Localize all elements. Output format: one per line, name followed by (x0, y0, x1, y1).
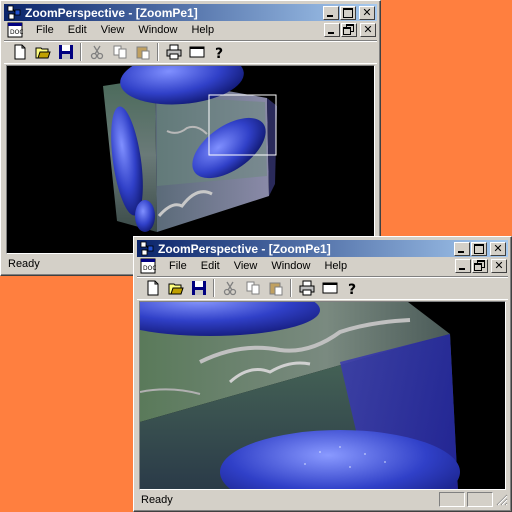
close-icon: ✕ (363, 23, 373, 36)
toolbar: ? (137, 276, 508, 300)
paste-button[interactable] (264, 277, 287, 299)
close-icon: ✕ (493, 241, 503, 255)
close-icon: ✕ (494, 259, 504, 272)
cube-scene[interactable] (7, 66, 375, 254)
window-zoom-perspective-1[interactable]: ZoomPerspective - [ZoomPe1] ✕ DOC File E… (0, 0, 381, 276)
paste-icon (136, 46, 149, 60)
render-view[interactable] (139, 301, 506, 490)
cut-button[interactable] (218, 277, 241, 299)
save-button[interactable] (54, 41, 77, 63)
save-icon (58, 45, 73, 59)
resize-grip-icon[interactable] (495, 493, 508, 506)
app-icon (140, 241, 154, 255)
copy-icon (113, 45, 126, 59)
save-button[interactable] (187, 277, 210, 299)
print-button[interactable] (295, 277, 318, 299)
menu-bar: DOC File Edit View Window Help ✕ (4, 21, 377, 39)
copy-button[interactable] (108, 41, 131, 63)
child-minimize-button[interactable] (324, 23, 340, 37)
help-button[interactable]: ? (341, 277, 364, 299)
child-restore-button[interactable] (472, 259, 488, 273)
status-bar: Ready (137, 491, 508, 508)
window-icon (322, 282, 337, 294)
zoomed-cube-scene[interactable] (140, 302, 506, 490)
child-close-button[interactable]: ✕ (491, 259, 507, 273)
save-icon (191, 281, 206, 295)
cut-icon (223, 281, 236, 296)
cut-button[interactable] (85, 41, 108, 63)
open-icon (168, 283, 184, 295)
window-zoom-perspective-2[interactable]: ZoomPerspective - [ZoomPe1] ✕ DOC File E… (133, 236, 512, 512)
menu-window[interactable]: Window (131, 21, 184, 39)
child-close-button[interactable]: ✕ (360, 23, 376, 37)
window-title: ZoomPerspective - [ZoomPe1] (25, 5, 198, 20)
new-icon (147, 280, 158, 296)
cut-icon (90, 45, 103, 60)
menu-edit[interactable]: Edit (194, 257, 227, 275)
open-button[interactable] (164, 277, 187, 299)
menu-window[interactable]: Window (264, 257, 317, 275)
document-icon[interactable]: DOC (7, 22, 23, 38)
status-pane (439, 492, 465, 507)
document-icon[interactable]: DOC (140, 258, 156, 274)
help-icon: ? (215, 46, 223, 60)
child-restore-button[interactable] (341, 23, 357, 37)
menu-file[interactable]: File (162, 257, 194, 275)
status-pane (467, 492, 493, 507)
svg-text:?: ? (348, 282, 356, 296)
help-icon: ? (348, 282, 356, 296)
menu-bar: DOC File Edit View Window Help ✕ (137, 257, 508, 275)
svg-text:DOC: DOC (10, 29, 23, 36)
paste-button[interactable] (131, 41, 154, 63)
print-icon (299, 280, 314, 296)
render-view[interactable] (6, 65, 375, 254)
title-bar[interactable]: ZoomPerspective - [ZoomPe1] ✕ (4, 4, 377, 21)
paste-icon (269, 282, 282, 296)
window-icon (189, 46, 204, 58)
new-button[interactable] (8, 41, 31, 63)
menu-view[interactable]: View (94, 21, 132, 39)
window-button[interactable] (318, 277, 341, 299)
help-button[interactable]: ? (208, 41, 231, 63)
maximize-button[interactable] (340, 5, 356, 20)
title-bar[interactable]: ZoomPerspective - [ZoomPe1] ✕ (137, 240, 508, 257)
print-button[interactable] (162, 41, 185, 63)
svg-text:DOC: DOC (143, 265, 156, 272)
svg-text:?: ? (215, 46, 223, 60)
minimize-button[interactable] (323, 5, 339, 20)
menu-help[interactable]: Help (184, 21, 221, 39)
minimize-button[interactable] (454, 241, 470, 256)
close-button[interactable]: ✕ (359, 5, 375, 20)
menu-file[interactable]: File (29, 21, 61, 39)
close-icon: ✕ (362, 5, 372, 19)
open-icon (35, 47, 51, 59)
print-icon (166, 44, 181, 60)
status-text: Ready (141, 493, 173, 506)
window-title: ZoomPerspective - [ZoomPe1] (158, 241, 331, 256)
maximize-button[interactable] (471, 241, 487, 256)
window-button[interactable] (185, 41, 208, 63)
child-minimize-button[interactable] (455, 259, 471, 273)
new-icon (14, 44, 25, 60)
copy-icon (246, 281, 259, 295)
copy-button[interactable] (241, 277, 264, 299)
new-button[interactable] (141, 277, 164, 299)
menu-edit[interactable]: Edit (61, 21, 94, 39)
menu-help[interactable]: Help (317, 257, 354, 275)
menu-view[interactable]: View (227, 257, 265, 275)
open-button[interactable] (31, 41, 54, 63)
app-icon (7, 5, 21, 19)
toolbar: ? (4, 40, 377, 64)
close-button[interactable]: ✕ (490, 241, 506, 256)
